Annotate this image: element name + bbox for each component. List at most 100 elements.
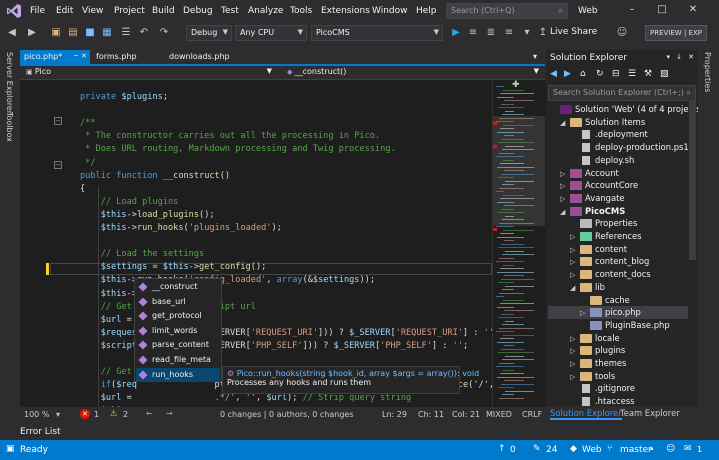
more-icon[interactable]: ≡	[503, 27, 515, 39]
tree-item[interactable]: deploy-production.ps1	[548, 141, 689, 154]
tab-overflow-icon[interactable]: ▾	[529, 50, 541, 64]
maximize-icon[interactable]: □	[655, 4, 669, 18]
close-icon[interactable]: ✕	[81, 52, 87, 60]
tree-item[interactable]: cache	[548, 294, 688, 307]
overflow-icon[interactable]: ▾	[521, 27, 533, 39]
extensions-icon[interactable]: ≡	[467, 27, 479, 39]
tree-item[interactable]: ▷ Avangate	[548, 192, 688, 205]
tree-item[interactable]: ◢ Solution Items	[548, 116, 688, 129]
sync-icon[interactable]: ↻	[596, 69, 604, 79]
tree-item[interactable]: deploy.sh	[548, 154, 688, 167]
forward-icon[interactable]: ▶	[26, 27, 38, 39]
menu-item-analyze[interactable]: Analyze	[248, 6, 283, 16]
open-folder-icon[interactable]: ▤	[67, 27, 79, 39]
home-icon[interactable]: ⌂	[580, 69, 586, 79]
branch-name[interactable]: master	[620, 445, 652, 455]
tree-item[interactable]: ▷ plugins	[548, 344, 688, 357]
minimize-icon[interactable]: –	[625, 4, 639, 18]
tree-item[interactable]: ▷ content_blog	[548, 255, 688, 268]
toolbox-tab[interactable]: Toolbox	[5, 112, 14, 142]
config-select[interactable]: Debug ▼	[186, 25, 232, 41]
member-navigator[interactable]: ◆ __construct() ▼	[283, 67, 545, 79]
feedback-icon[interactable]: ☺	[666, 444, 675, 454]
tab-team-explorer[interactable]: Team Explorer	[620, 408, 680, 418]
zoom-level[interactable]: 100 %	[24, 410, 49, 419]
tab-pico-php[interactable]: pico.php* ─ ✕	[20, 50, 90, 64]
tree-item[interactable]: Properties	[548, 217, 688, 230]
properties-icon[interactable]: ⚒	[644, 69, 652, 79]
show-all-icon[interactable]: ☰	[628, 69, 636, 79]
run-icon[interactable]: ▶	[450, 27, 462, 39]
redo-icon[interactable]: ↷	[158, 27, 170, 39]
tree-item[interactable]: .gitignore	[548, 382, 688, 395]
minimap-viewport[interactable]	[493, 116, 545, 226]
error-list-tab[interactable]: Error List	[0, 423, 719, 440]
nav-back-icon[interactable]: ←	[146, 409, 153, 418]
menu-item-extensions[interactable]: Extensions	[321, 6, 370, 16]
back-icon[interactable]: ◀	[550, 69, 557, 79]
unpushed-count[interactable]: 0	[510, 445, 516, 455]
tree-item[interactable]: PluginBase.php	[548, 319, 688, 332]
menu-item-project[interactable]: Project	[114, 6, 145, 16]
intellisense-item[interactable]: read_file_meta	[136, 353, 220, 367]
menu-item-view[interactable]: View	[82, 6, 103, 16]
tree-item[interactable]: ▷ content_docs	[548, 268, 688, 281]
scrollbar[interactable]	[689, 100, 696, 260]
tab-downloads-php[interactable]: downloads.php	[165, 50, 234, 64]
intellisense-item[interactable]: __construct	[136, 280, 220, 294]
menu-item-build[interactable]: Build	[152, 6, 175, 16]
platform-select[interactable]: Any CPU ▼	[235, 25, 307, 41]
chevron-down-icon[interactable]: ▾	[56, 410, 60, 419]
notification-icon[interactable]: ✉	[684, 444, 692, 454]
pending-changes-count[interactable]: 24	[546, 445, 557, 455]
collapse-icon[interactable]: ⊟	[612, 69, 620, 79]
solution-search-input[interactable]: Search Solution Explorer (Ctrl+;) ⌕	[548, 85, 696, 101]
tree-item[interactable]: ▷ Account	[548, 167, 688, 180]
tree-item[interactable]: ▷ pico.php	[548, 306, 688, 320]
class-navigator[interactable]: ▣ Pico ▼	[22, 67, 278, 79]
fold-collapse-icon[interactable]: −	[54, 161, 62, 169]
tree-item[interactable]: .deployment	[548, 128, 688, 141]
preview-button[interactable]: PREVIEW | EXP	[645, 25, 707, 41]
server-explorer-tab[interactable]: Server Explorer	[5, 52, 14, 114]
tree-item[interactable]: ▷ themes	[548, 357, 688, 370]
menu-item-tools[interactable]: Tools	[290, 6, 312, 16]
intellisense-item[interactable]: get_protocol	[136, 309, 220, 323]
save-icon[interactable]: ■	[84, 27, 96, 39]
indent-mode[interactable]: MIXED	[486, 410, 512, 419]
menu-item-test[interactable]: Test	[221, 6, 239, 16]
tree-item[interactable]: Solution 'Web' (4 of 4 projects)	[548, 103, 704, 116]
change-summary[interactable]: 0 changes | 0 authors, 0 changes	[220, 410, 354, 419]
new-project-icon[interactable]: ▣	[50, 27, 62, 39]
properties-tab[interactable]: Properties	[703, 52, 712, 92]
nav-forward-icon[interactable]: →	[166, 409, 173, 418]
line-endings[interactable]: CRLF	[522, 410, 542, 419]
tree-item[interactable]: ▷ content	[548, 243, 688, 256]
pin-icon[interactable]: ↓	[676, 53, 682, 61]
intellisense-item[interactable]: parse_content	[136, 338, 220, 352]
intellisense-item[interactable]: run_hooks	[136, 367, 220, 382]
fold-collapse-icon[interactable]: −	[54, 117, 62, 125]
search-input[interactable]: Search (Ctrl+Q) ⌕	[446, 3, 568, 19]
intellisense-item[interactable]: base_url	[136, 295, 220, 309]
startup-project-select[interactable]: PicoCMS ▼	[311, 25, 443, 41]
warning-count[interactable]: 2	[123, 410, 128, 419]
live-share-button[interactable]: Live Share	[550, 27, 597, 37]
tree-item[interactable]: ◢ lib	[548, 281, 688, 294]
back-icon[interactable]: ◀	[6, 27, 18, 39]
save-all-icon[interactable]: ▦	[101, 27, 113, 39]
error-count[interactable]: 1	[94, 410, 99, 419]
close-icon[interactable]: ✕	[688, 53, 694, 61]
pin-icon[interactable]: ─	[74, 52, 78, 60]
menu-item-help[interactable]: Help	[416, 6, 437, 16]
repository-name[interactable]: Web	[582, 445, 602, 455]
menu-item-edit[interactable]: Edit	[56, 6, 73, 16]
menu-item-debug[interactable]: Debug	[183, 6, 213, 16]
tab-solution-explorer[interactable]: Solution Explorer	[550, 408, 622, 420]
forward-icon[interactable]: ▶	[564, 69, 571, 79]
undo-icon[interactable]: ↶	[138, 27, 150, 39]
account-icon[interactable]: ☺	[616, 27, 628, 39]
close-icon[interactable]: ✕	[686, 4, 700, 18]
tab-forms-php[interactable]: forms.php	[92, 50, 141, 64]
tree-item[interactable]: ▷ AccountCore	[548, 179, 688, 192]
